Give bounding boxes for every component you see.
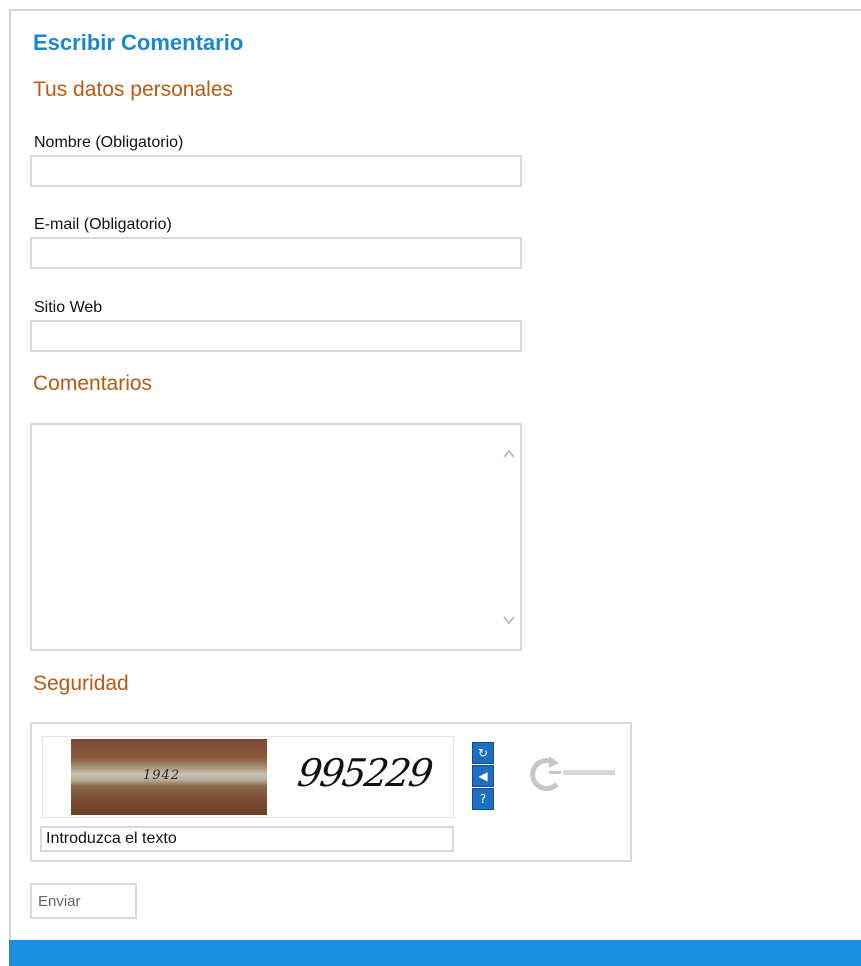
- comments-heading: Comentarios: [33, 372, 153, 395]
- captcha-controls: ↻ ◀ ?: [472, 742, 494, 811]
- audio-icon[interactable]: ◀: [472, 765, 494, 787]
- captcha-photo: 1942: [71, 739, 267, 815]
- comments-scrollbar[interactable]: [498, 425, 520, 649]
- footer-bar: [9, 940, 861, 966]
- website-label: Sitio Web: [34, 299, 103, 316]
- captcha-input[interactable]: [40, 826, 454, 852]
- recaptcha-logo: [530, 756, 615, 791]
- captcha-image: 1942 995229: [42, 736, 454, 818]
- help-icon[interactable]: ?: [472, 788, 494, 810]
- name-label: Nombre (Obligatorio): [34, 134, 184, 151]
- captcha-widget: 1942 995229 ↻ ◀ ?: [30, 722, 632, 862]
- scroll-down-icon[interactable]: [502, 613, 516, 627]
- page-title: Escribir Comentario: [33, 30, 244, 55]
- email-label: E-mail (Obligatorio): [34, 216, 172, 233]
- comments-textarea[interactable]: [32, 425, 498, 649]
- website-input[interactable]: [30, 320, 522, 352]
- personal-data-heading: Tus datos personales: [33, 78, 234, 101]
- scroll-up-icon[interactable]: [502, 447, 516, 461]
- email-input[interactable]: [30, 237, 522, 269]
- captcha-photo-number: 1942: [143, 768, 181, 783]
- refresh-icon[interactable]: ↻: [472, 742, 494, 764]
- submit-button[interactable]: Enviar: [30, 883, 137, 919]
- comments-textarea-container: [30, 423, 522, 651]
- name-input[interactable]: [30, 155, 522, 187]
- security-heading: Seguridad: [33, 672, 129, 695]
- captcha-word: 995229: [294, 751, 435, 795]
